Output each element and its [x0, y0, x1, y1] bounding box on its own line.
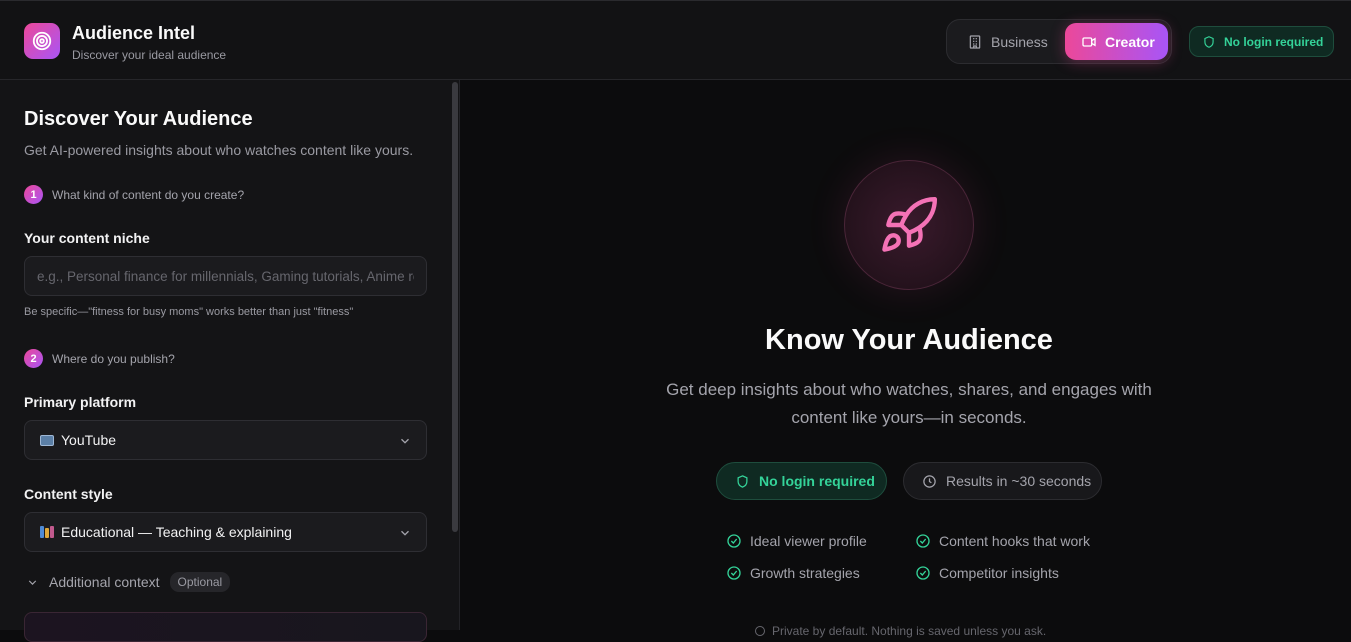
rocket-icon [882, 196, 938, 252]
additional-context-toggle[interactable]: Additional context Optional [26, 572, 231, 592]
tv-icon [40, 434, 54, 446]
results-time-pill: Results in ~30 seconds [903, 462, 1102, 500]
check-circle-icon [727, 566, 741, 580]
video-icon [1082, 36, 1096, 47]
privacy-note: Private by default. Nothing is saved unl… [754, 624, 1046, 638]
optional-badge: Optional [169, 572, 231, 592]
app-header: Audience Intel Discover your ideal audie… [0, 0, 1351, 80]
results-time-label: Results in ~30 seconds [946, 473, 1092, 489]
app-title: Audience Intel [72, 23, 196, 43]
context-card[interactable] [24, 612, 427, 642]
books-icon [40, 526, 54, 538]
step-2-text: Where do you publish? [52, 351, 175, 366]
niche-input[interactable] [24, 256, 427, 296]
target-icon [32, 31, 52, 51]
feature-label: Growth strategies [750, 565, 860, 581]
no-login-pill: No login required [716, 462, 887, 500]
sidebar-subtitle: Get AI-powered insights about who watche… [24, 142, 414, 158]
login-badge: No login required [1189, 26, 1334, 57]
creator-mode-button[interactable]: Creator [1065, 23, 1168, 60]
business-mode-label: Business [991, 33, 1048, 50]
hero-subtitle: Get deep insights about who watches, sha… [666, 380, 1152, 427]
check-circle-icon [916, 566, 930, 580]
check-circle-icon [916, 534, 930, 548]
shield-icon [1204, 35, 1214, 48]
additional-context-label: Additional context [49, 574, 160, 590]
step-2-number: 2 [24, 349, 43, 368]
style-select[interactable]: Educational — Teaching & explaining [24, 512, 427, 552]
platform-select-value: YouTube [61, 432, 117, 448]
feature-item: Content hooks that work [915, 533, 1090, 549]
login-badge-label: No login required [1224, 34, 1324, 49]
app-logo [24, 23, 60, 59]
lock-icon [755, 626, 765, 636]
platform-label: Primary platform [24, 394, 137, 410]
niche-label: Your content niche [24, 230, 150, 246]
feature-item: Competitor insights [915, 565, 1059, 581]
shield-icon [737, 474, 748, 488]
step-2: 2 Where do you publish? [24, 349, 175, 368]
privacy-note-text: Private by default. Nothing is saved unl… [772, 624, 1047, 638]
step-1: 1 What kind of content do you create? [24, 185, 244, 204]
feature-item: Ideal viewer profile [726, 533, 867, 549]
rocket-badge [844, 160, 974, 290]
step-1-number: 1 [24, 185, 43, 204]
creator-mode-label: Creator [1105, 33, 1155, 50]
clock-icon [923, 474, 936, 488]
chevron-down-icon [401, 530, 409, 536]
feature-item: Growth strategies [726, 565, 860, 581]
feature-label: Content hooks that work [939, 533, 1090, 549]
niche-hint: Be specific—"fitness for busy moms" work… [24, 306, 354, 318]
no-login-pill-label: No login required [759, 473, 875, 489]
chevron-down-icon [401, 438, 409, 444]
style-select-value: Educational — Teaching & explaining [61, 524, 292, 540]
chevron-down-icon [28, 579, 37, 585]
platform-select[interactable]: YouTube [24, 420, 427, 460]
business-mode-button[interactable]: Business [965, 23, 1065, 60]
sidebar-title: Discover Your Audience [24, 108, 253, 130]
hero-title: Know Your Audience [765, 324, 1053, 356]
feature-label: Ideal viewer profile [750, 533, 867, 549]
feature-label: Competitor insights [939, 565, 1059, 581]
check-circle-icon [727, 534, 741, 548]
building-icon [969, 34, 981, 49]
step-1-text: What kind of content do you create? [52, 187, 245, 202]
app-subtitle: Discover your ideal audience [72, 48, 227, 62]
mode-toggle: Business Creator [946, 19, 1172, 64]
sidebar-scrollbar[interactable] [452, 82, 458, 532]
style-label: Content style [24, 486, 113, 502]
